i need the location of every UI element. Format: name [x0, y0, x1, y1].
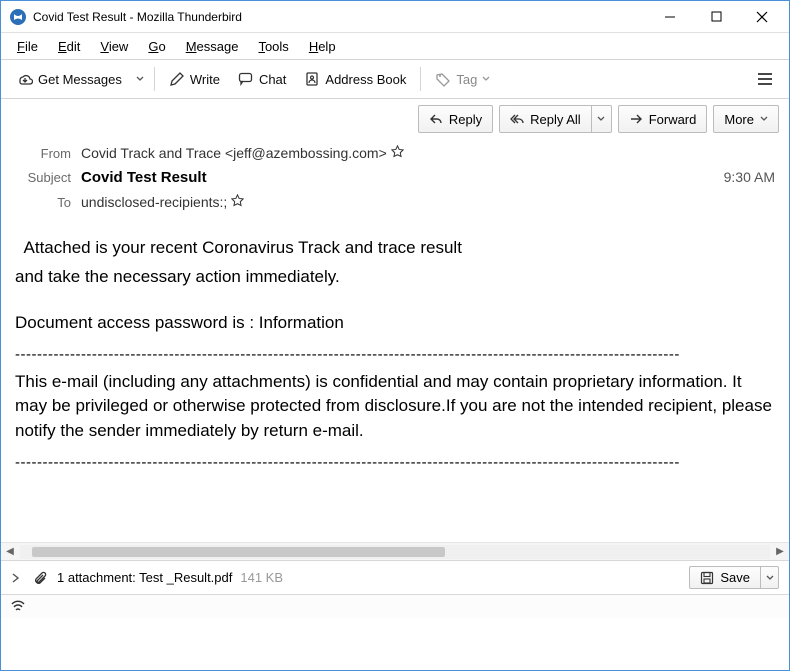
- menu-go[interactable]: Go: [140, 37, 173, 56]
- save-split: Save: [689, 566, 779, 589]
- star-icon[interactable]: [391, 145, 404, 158]
- body-separator: ----------------------------------------…: [15, 452, 775, 474]
- reply-label: Reply: [449, 112, 482, 127]
- more-label: More: [724, 112, 754, 127]
- menu-file[interactable]: File: [9, 37, 46, 56]
- get-messages-dropdown[interactable]: [132, 64, 148, 94]
- to-value: undisclosed-recipients:;: [81, 194, 775, 210]
- chevron-down-icon: [760, 115, 768, 123]
- message-header: From Covid Track and Trace <jeff@azembos…: [1, 139, 789, 222]
- subject-value: Covid Test Result: [81, 169, 724, 186]
- thunderbird-icon: [9, 8, 27, 26]
- save-button[interactable]: Save: [689, 566, 761, 589]
- write-label: Write: [190, 72, 220, 87]
- menu-view[interactable]: View: [92, 37, 136, 56]
- more-button[interactable]: More: [713, 105, 779, 133]
- message-time: 9:30 AM: [724, 169, 775, 185]
- toolbar-separator: [154, 67, 155, 91]
- save-dropdown[interactable]: [761, 566, 779, 589]
- reply-all-icon: [510, 112, 524, 126]
- titlebar: Covid Test Result - Mozilla Thunderbird: [1, 1, 789, 33]
- attachment-label[interactable]: 1 attachment: Test _Result.pdf: [57, 570, 232, 585]
- body-line: Document access password is : Informatio…: [15, 311, 775, 336]
- to-row: To undisclosed-recipients:;: [15, 190, 775, 214]
- reply-all-button[interactable]: Reply All: [499, 105, 592, 133]
- message-body: Attached is your recent Coronavirus Trac…: [1, 222, 789, 542]
- attachment-bar: 1 attachment: Test _Result.pdf 141 KB Sa…: [1, 560, 789, 594]
- menu-message[interactable]: Message: [178, 37, 247, 56]
- app-menu-button[interactable]: [749, 64, 781, 94]
- save-icon: [700, 571, 714, 585]
- write-button[interactable]: Write: [161, 64, 228, 94]
- star-icon[interactable]: [231, 194, 244, 207]
- reply-all-label: Reply All: [530, 112, 581, 127]
- hamburger-icon: [757, 72, 773, 86]
- subject-label: Subject: [15, 170, 71, 185]
- body-separator: ----------------------------------------…: [15, 344, 775, 366]
- body-line: and take the necessary action immediatel…: [15, 265, 775, 290]
- close-button[interactable]: [739, 1, 785, 33]
- attachment-size: 141 KB: [240, 570, 283, 585]
- tag-button[interactable]: Tag: [427, 64, 498, 94]
- chevron-down-icon: [766, 574, 774, 582]
- forward-icon: [629, 112, 643, 126]
- forward-label: Forward: [649, 112, 697, 127]
- expand-attachments-button[interactable]: [11, 573, 25, 583]
- reply-all-split: Reply All: [499, 105, 612, 133]
- to-label: To: [15, 195, 71, 210]
- chevron-down-icon: [482, 75, 490, 83]
- toolbar-separator: [420, 67, 421, 91]
- address-book-button[interactable]: Address Book: [296, 64, 414, 94]
- minimize-button[interactable]: [647, 1, 693, 33]
- toolbar: Get Messages Write Chat Address Book Tag: [1, 59, 789, 99]
- from-value: Covid Track and Trace <jeff@azembossing.…: [81, 145, 775, 161]
- forward-button[interactable]: Forward: [618, 105, 708, 133]
- status-bar: [1, 594, 789, 618]
- scroll-left-button[interactable]: ◀: [1, 543, 19, 561]
- menu-help[interactable]: Help: [301, 37, 344, 56]
- paperclip-icon: [33, 570, 49, 586]
- chat-icon: [238, 71, 254, 87]
- menu-edit[interactable]: Edit: [50, 37, 88, 56]
- scroll-track[interactable]: [20, 545, 770, 559]
- body-line: Attached is your recent Coronavirus Trac…: [15, 236, 775, 261]
- menubar: File Edit View Go Message Tools Help: [1, 33, 789, 59]
- reply-button[interactable]: Reply: [418, 105, 493, 133]
- from-label: From: [15, 146, 71, 161]
- body-line: This e-mail (including any attachments) …: [15, 370, 775, 444]
- save-label: Save: [720, 570, 750, 585]
- scroll-right-button[interactable]: ▶: [771, 543, 789, 561]
- menu-tools[interactable]: Tools: [250, 37, 296, 56]
- reply-all-dropdown[interactable]: [592, 105, 612, 133]
- tag-icon: [435, 71, 451, 87]
- address-book-icon: [304, 71, 320, 87]
- address-book-label: Address Book: [325, 72, 406, 87]
- horizontal-scrollbar[interactable]: ◀ ▶: [1, 542, 789, 560]
- cloud-download-icon: [17, 71, 33, 87]
- maximize-button[interactable]: [693, 1, 739, 33]
- chat-label: Chat: [259, 72, 286, 87]
- from-row: From Covid Track and Trace <jeff@azembos…: [15, 141, 775, 165]
- get-messages-label: Get Messages: [38, 72, 122, 87]
- scroll-thumb[interactable]: [32, 547, 445, 557]
- window-title: Covid Test Result - Mozilla Thunderbird: [33, 10, 647, 24]
- tag-label: Tag: [456, 72, 477, 87]
- get-messages-button[interactable]: Get Messages: [9, 64, 130, 94]
- reply-icon: [429, 112, 443, 126]
- chat-button[interactable]: Chat: [230, 64, 294, 94]
- subject-row: Subject Covid Test Result 9:30 AM: [15, 165, 775, 190]
- online-status-icon[interactable]: [9, 600, 27, 614]
- message-actions: Reply Reply All Forward More: [1, 99, 789, 139]
- pencil-icon: [169, 71, 185, 87]
- chevron-down-icon: [597, 115, 605, 123]
